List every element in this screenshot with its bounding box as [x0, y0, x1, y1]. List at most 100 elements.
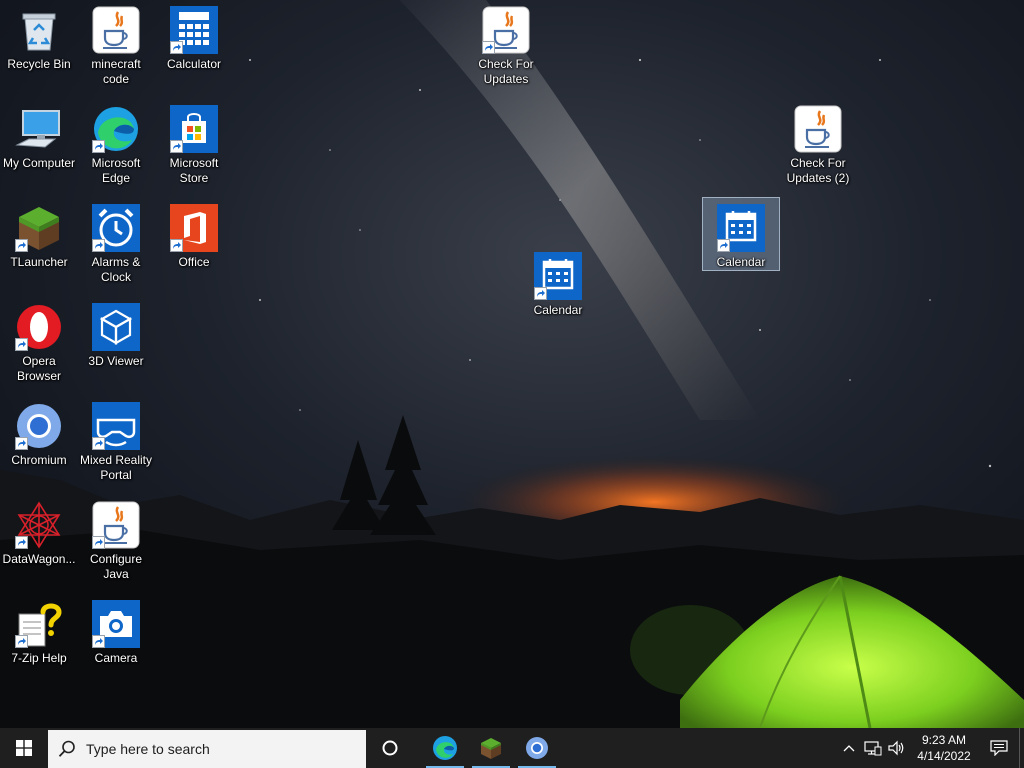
desktop-icon-label: Microsoft Store: [169, 156, 219, 185]
speaker-icon: [888, 740, 904, 756]
shortcut-overlay: [15, 437, 28, 450]
shortcut-overlay: [15, 239, 28, 252]
java-icon: [92, 6, 140, 54]
action-center-button[interactable]: [979, 728, 1019, 768]
opera-icon: [15, 303, 63, 351]
desktop-icon-3d-viewer[interactable]: 3D Viewer: [78, 297, 154, 369]
shortcut-overlay: [92, 635, 105, 648]
volume-button[interactable]: [885, 728, 909, 768]
desktop-icon-label: Check For Updates: [478, 57, 534, 86]
java-icon: [794, 105, 842, 153]
shortcut-arrow-icon: [18, 539, 26, 546]
desktop-icon-minecraft-code[interactable]: minecraft code: [78, 0, 154, 87]
desktop-icon-check-updates-2[interactable]: Check For Updates (2): [780, 99, 856, 186]
desktop-icon-label: My Computer: [2, 156, 76, 170]
grass-block-icon: [15, 204, 63, 252]
shortcut-arrow-icon: [485, 44, 493, 51]
show-desktop-button[interactable]: [1019, 728, 1024, 768]
java-icon: [482, 6, 530, 54]
shortcut-overlay: [482, 41, 495, 54]
camera-icon: [92, 600, 140, 648]
desktop-icon-calendar-selected[interactable]: Calendar: [702, 197, 780, 271]
edge-icon: [433, 736, 457, 760]
taskbar-app-edge[interactable]: [422, 728, 468, 768]
desktop-icon-label: 7-Zip Help: [11, 651, 67, 665]
shortcut-arrow-icon: [18, 341, 26, 348]
shortcut-arrow-icon: [95, 242, 103, 249]
windows-logo-icon: [16, 740, 32, 756]
desktop-icon-7zip-help[interactable]: 7-Zip Help: [1, 594, 77, 666]
shortcut-overlay: [15, 635, 28, 648]
calendar-icon: [717, 204, 765, 252]
shortcut-overlay: [170, 140, 183, 153]
desktop-icon-label: TLauncher: [10, 255, 68, 269]
shortcut-overlay: [534, 287, 547, 300]
desktop-icon-mixed-reality[interactable]: Mixed Reality Portal: [78, 396, 154, 483]
desktop-icon-tlauncher[interactable]: TLauncher: [1, 198, 77, 270]
desktop-icon-chromium[interactable]: Chromium: [1, 396, 77, 468]
desktop-icon-label: Office: [178, 255, 210, 269]
search-placeholder: Type here to search: [86, 741, 210, 757]
shortcut-overlay: [15, 536, 28, 549]
show-hidden-icons-button[interactable]: [837, 728, 861, 768]
network-button[interactable]: [861, 728, 885, 768]
shortcut-arrow-icon: [95, 143, 103, 150]
desktop-icon-alarms[interactable]: Alarms & Clock: [78, 198, 154, 285]
desktop-icon-label: Alarms & Clock: [91, 255, 141, 284]
shortcut-arrow-icon: [173, 242, 181, 249]
shortcut-arrow-icon: [95, 638, 103, 645]
cortana-button[interactable]: [366, 728, 414, 768]
alarm-clock-icon: [92, 204, 140, 252]
shortcut-arrow-icon: [95, 539, 103, 546]
desktop-icon-configure-java[interactable]: Configure Java: [78, 495, 154, 582]
desktop-icon-camera[interactable]: Camera: [78, 594, 154, 666]
grass-block-icon: [481, 738, 501, 759]
desktop-icon-office[interactable]: Office: [156, 198, 232, 270]
java-icon: [92, 501, 140, 549]
notifications-icon: [990, 740, 1008, 756]
desktop-icon-store[interactable]: Microsoft Store: [156, 99, 232, 186]
desktop-icon-label: Camera: [94, 651, 138, 665]
desktop-icon-label: 3D Viewer: [88, 354, 144, 368]
cube-icon: [92, 303, 140, 351]
clock[interactable]: 9:23 AM 4/14/2022: [909, 732, 979, 764]
desktop-icon-check-updates[interactable]: Check For Updates: [468, 0, 544, 87]
headset-icon: [92, 402, 140, 450]
desktop-icon-datawagon[interactable]: DataWagon...: [1, 495, 77, 567]
taskbar-app-chromium[interactable]: [514, 728, 560, 768]
datawagon-icon: [15, 501, 63, 549]
start-button[interactable]: [0, 728, 48, 768]
desktop-icon-label: Calendar: [533, 303, 583, 317]
desktop-icon-edge[interactable]: Microsoft Edge: [78, 99, 154, 186]
shortcut-arrow-icon: [173, 143, 181, 150]
desktop-icon-calculator[interactable]: Calculator: [156, 0, 232, 72]
calculator-icon: [170, 6, 218, 54]
clock-time: 9:23 AM: [921, 733, 967, 747]
shortcut-arrow-icon: [537, 290, 545, 297]
shortcut-overlay: [717, 239, 730, 252]
shortcut-arrow-icon: [173, 44, 181, 51]
shortcut-arrow-icon: [18, 440, 26, 447]
desktop-icon-label: minecraft code: [91, 57, 141, 86]
taskbar: Type here to search 9:23 AM 4/14/2022: [0, 728, 1024, 768]
desktop-icon-label: Chromium: [11, 453, 67, 467]
system-tray: 9:23 AM 4/14/2022: [837, 728, 1024, 768]
shortcut-overlay: [170, 239, 183, 252]
shortcut-overlay: [92, 536, 105, 549]
desktop-icon-opera[interactable]: Opera Browser: [1, 297, 77, 384]
desktop-icon-label: Calculator: [166, 57, 222, 71]
desktop-icon-my-computer[interactable]: My Computer: [1, 99, 77, 171]
desktop-icon-label: Mixed Reality Portal: [79, 453, 153, 482]
desktop-icon-label: Configure Java: [89, 552, 143, 581]
cortana-icon: [382, 740, 398, 756]
office-icon: [170, 204, 218, 252]
recycle-bin-icon: [15, 6, 63, 54]
desktop-icon-label: Check For Updates (2): [786, 156, 850, 185]
desktop-icon-recycle-bin[interactable]: Recycle Bin: [1, 0, 77, 72]
shortcut-overlay: [15, 338, 28, 351]
taskbar-search-box[interactable]: Type here to search: [48, 730, 366, 768]
taskbar-app-tlauncher[interactable]: [468, 728, 514, 768]
desktop-icon-calendar[interactable]: Calendar: [520, 246, 596, 318]
calendar-icon: [534, 252, 582, 300]
chromium-icon: [15, 402, 63, 450]
